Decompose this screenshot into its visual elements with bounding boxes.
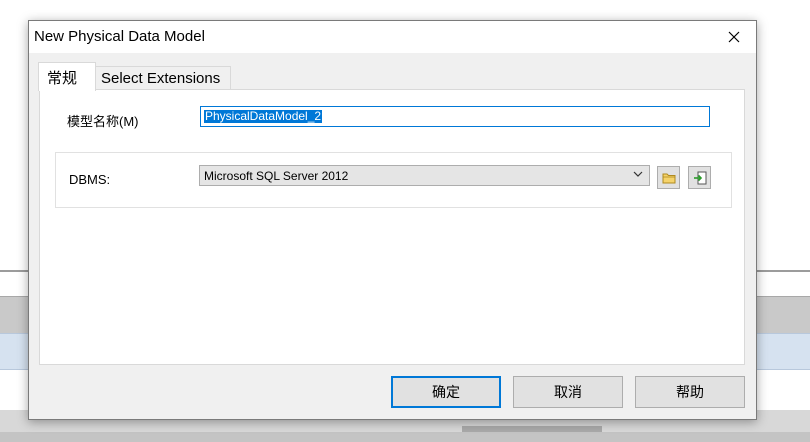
- model-name-input[interactable]: PhysicalDataModel_2: [200, 106, 710, 127]
- folder-icon: [662, 173, 675, 183]
- import-icon: [693, 171, 706, 184]
- dbms-label: DBMS:: [69, 172, 111, 187]
- model-name-value: PhysicalDataModel_2: [204, 109, 323, 123]
- tab-select-extensions[interactable]: Select Extensions: [94, 66, 231, 91]
- tab-general[interactable]: 常规: [38, 62, 96, 91]
- ok-button[interactable]: 确定: [391, 376, 501, 408]
- cancel-button[interactable]: 取消: [513, 376, 623, 408]
- dialog-title: New Physical Data Model: [34, 28, 205, 45]
- browse-dbms-button[interactable]: [657, 166, 680, 189]
- chevron-down-icon: [633, 171, 643, 177]
- new-model-dialog: New Physical Data Model 常规 Select Extens…: [28, 20, 757, 420]
- dbms-select-value: Microsoft SQL Server 2012: [204, 169, 349, 183]
- import-dbms-button[interactable]: [688, 166, 711, 189]
- close-icon: [728, 31, 740, 43]
- background-scroll-thumb[interactable]: [462, 426, 602, 432]
- background-scrollbar[interactable]: [0, 432, 810, 442]
- tab-panel-general: 模型名称(M) PhysicalDataModel_2 DBMS: Micros…: [39, 89, 745, 365]
- close-button[interactable]: [712, 21, 756, 53]
- help-button[interactable]: 帮助: [635, 376, 745, 408]
- dialog-titlebar[interactable]: New Physical Data Model: [29, 21, 756, 53]
- model-name-label: 模型名称(M): [67, 114, 139, 129]
- tab-general-label: 常规: [47, 70, 78, 87]
- dbms-group: DBMS: Microsoft SQL Server 2012: [55, 152, 732, 208]
- dbms-select[interactable]: Microsoft SQL Server 2012: [199, 165, 650, 186]
- tab-select-extensions-label: Select Extensions: [101, 70, 221, 87]
